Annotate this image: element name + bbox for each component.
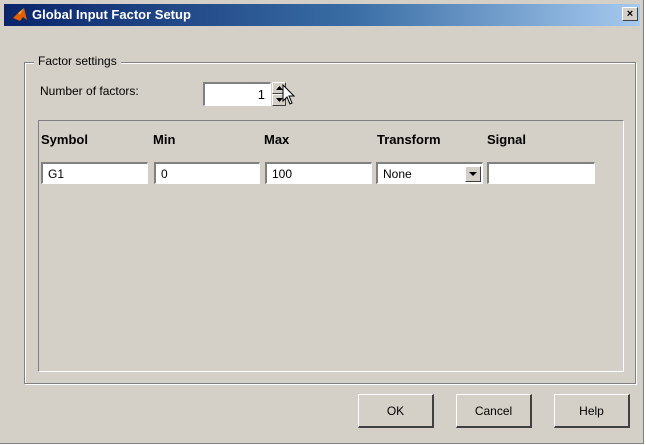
number-of-factors-label: Number of factors: (40, 84, 139, 98)
number-of-factors-input[interactable]: 1 (203, 82, 271, 106)
help-button[interactable]: Help (554, 394, 630, 428)
factor-table-panel (38, 120, 624, 372)
symbol-field[interactable]: G1 (41, 162, 148, 184)
transform-selected-value: None (383, 167, 412, 181)
transform-column-header: Transform (377, 132, 441, 147)
window-title: Global Input Factor Setup (32, 7, 191, 22)
matlab-logo-icon (13, 8, 27, 21)
close-button[interactable]: × (622, 7, 638, 21)
ok-button[interactable]: OK (358, 394, 434, 428)
title-bar[interactable]: Global Input Factor Setup × (4, 4, 640, 26)
min-field[interactable]: 0 (154, 162, 260, 184)
signal-column-header: Signal (487, 132, 527, 147)
mouse-cursor-icon (282, 84, 296, 105)
signal-field[interactable] (487, 162, 595, 184)
cancel-button[interactable]: Cancel (456, 394, 532, 428)
max-column-header: Max (264, 132, 290, 147)
min-column-header: Min (153, 132, 176, 147)
close-icon: × (626, 8, 634, 20)
transform-select[interactable]: None (376, 162, 483, 184)
transform-dropdown-button[interactable] (465, 166, 481, 182)
symbol-column-header: Symbol (41, 132, 88, 147)
max-field[interactable]: 100 (265, 162, 372, 184)
factor-settings-label: Factor settings (34, 54, 121, 68)
dropdown-arrow-icon (469, 172, 477, 176)
dialog-window: Global Input Factor Setup × Factor setti… (0, 0, 644, 444)
